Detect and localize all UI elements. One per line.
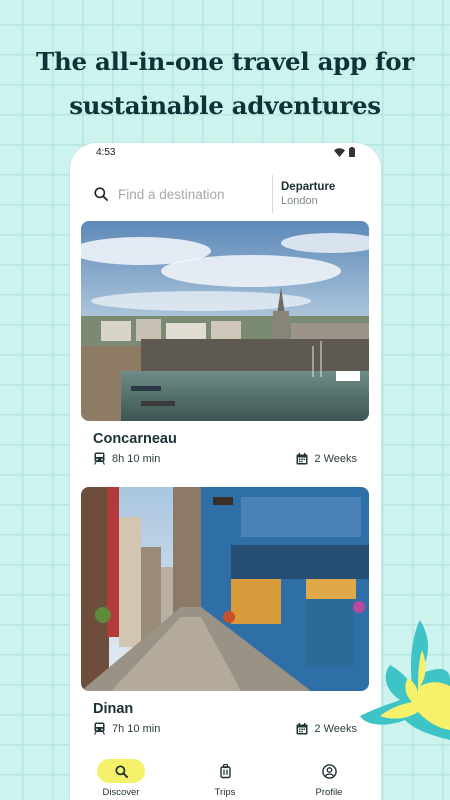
search-input[interactable] <box>118 186 258 202</box>
phone-screen: 4:53 Departure London <box>70 143 381 800</box>
destination-title: Dinan <box>93 701 134 717</box>
travel-time: 8h 10 min <box>112 452 161 465</box>
nav-label: Discover <box>102 787 140 798</box>
nav-label: Trips <box>214 787 236 798</box>
destination-card-concarneau[interactable]: Concarneau 8h 10 min 2 Weeks <box>81 221 369 465</box>
destination-image[interactable] <box>81 221 369 421</box>
profile-icon <box>321 763 337 779</box>
travel-time: 7h 10 min <box>112 722 161 735</box>
departure-value: London <box>281 195 318 207</box>
search-icon <box>94 187 108 201</box>
destination-image[interactable] <box>81 487 369 691</box>
destination-title: Concarneau <box>93 431 177 447</box>
departure-selector[interactable]: Departure London <box>272 175 368 213</box>
trip-duration: 2 Weeks <box>314 722 357 735</box>
bottom-nav: Discover Trips Profile <box>70 755 381 800</box>
wifi-icon <box>334 147 345 157</box>
nav-label: Profile <box>315 787 343 798</box>
nav-profile[interactable]: Profile <box>294 759 364 798</box>
nav-trips[interactable]: Trips <box>190 759 260 798</box>
search-bar: Departure London <box>82 174 368 214</box>
headline-line-1: The all-in-one travel app for <box>36 47 414 76</box>
battery-icon <box>349 147 355 157</box>
train-icon <box>93 722 106 735</box>
status-time: 4:53 <box>96 147 116 158</box>
destination-meta: 7h 10 min 2 Weeks <box>81 722 369 735</box>
flower-decoration <box>360 620 450 740</box>
status-bar: 4:53 <box>70 143 381 163</box>
calendar-icon <box>296 722 308 734</box>
search-field[interactable] <box>82 174 272 214</box>
train-icon <box>93 452 106 465</box>
headline: The all-in-one travel app for sustainabl… <box>0 40 450 128</box>
calendar-icon <box>296 452 308 464</box>
destination-card-dinan[interactable]: Dinan 7h 10 min 2 Weeks <box>81 487 369 735</box>
search-icon <box>114 764 128 778</box>
destination-meta: 8h 10 min 2 Weeks <box>81 452 369 465</box>
nav-discover[interactable]: Discover <box>86 759 156 798</box>
departure-label: Departure <box>281 181 336 193</box>
luggage-icon <box>219 763 231 778</box>
headline-line-2: sustainable adventures <box>69 91 381 120</box>
trip-duration: 2 Weeks <box>314 452 357 465</box>
